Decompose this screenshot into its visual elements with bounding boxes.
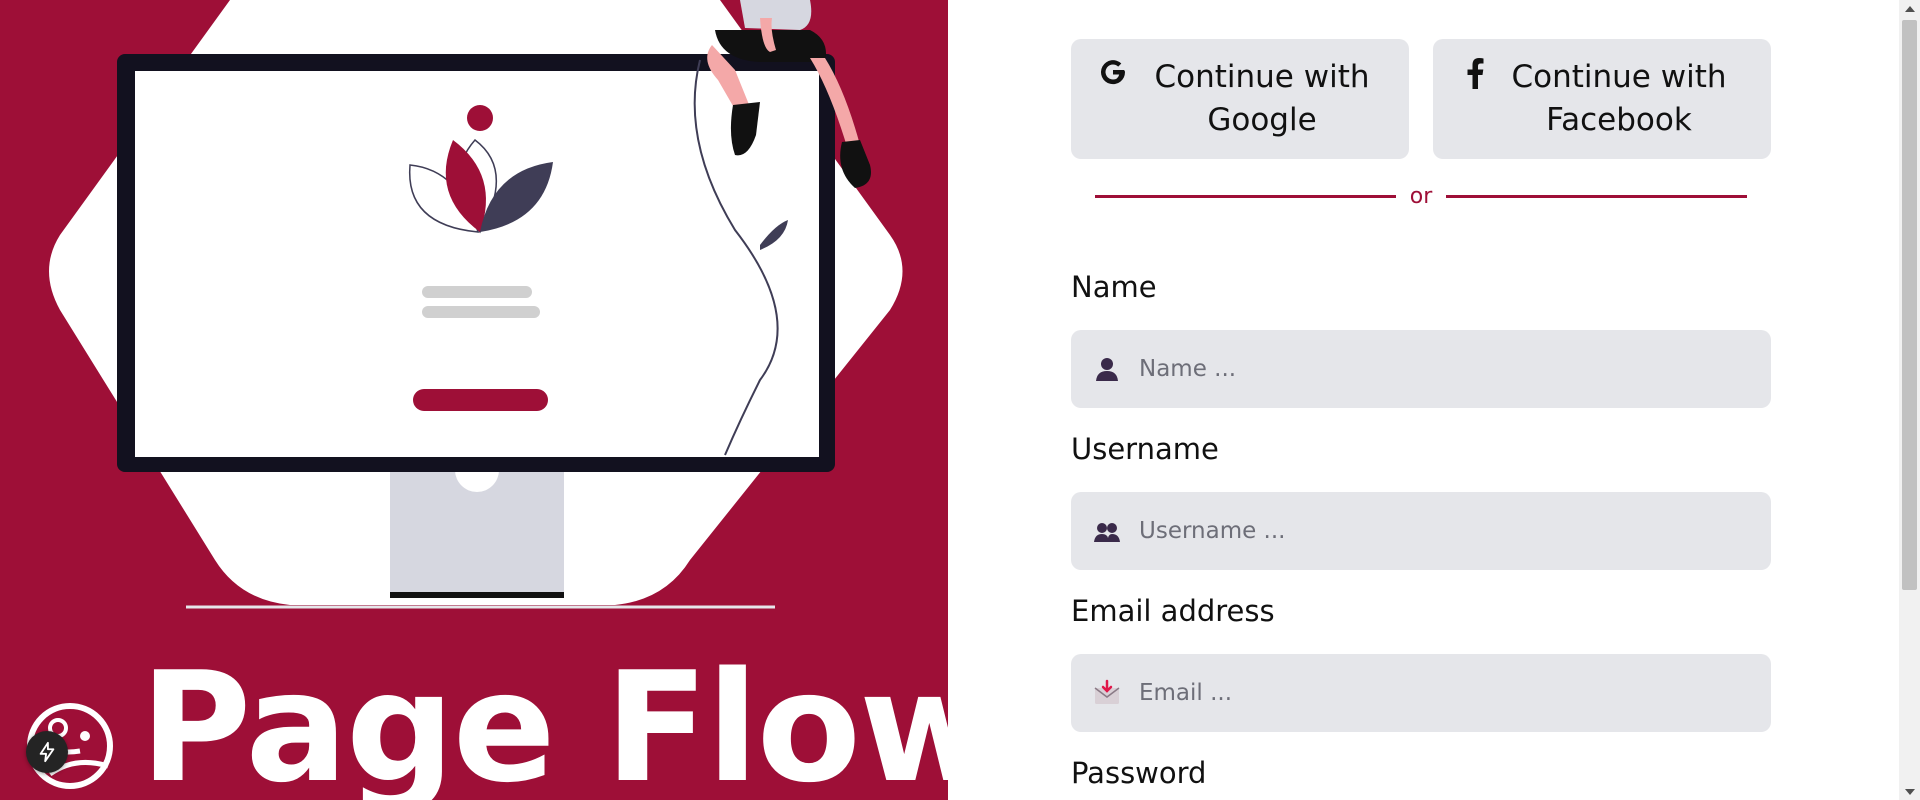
username-input[interactable] [1139,518,1759,544]
username-label: Username [1071,432,1219,466]
password-label: Password [1071,756,1207,790]
users-icon [1094,523,1120,542]
name-label: Name [1071,270,1157,304]
facebook-login-button[interactable]: Continue with Facebook [1433,39,1771,159]
username-field[interactable] [1071,492,1771,570]
screen-button [413,389,548,411]
scroll-thumb[interactable] [1902,20,1917,590]
or-divider: or [1095,183,1748,209]
signup-panel: Continue with Google Continue with Faceb… [948,0,1899,800]
google-g-icon [1101,60,1126,85]
email-input[interactable] [1139,680,1759,706]
vertical-scrollbar[interactable] [1899,0,1920,800]
email-field[interactable] [1071,654,1771,732]
divider-text: or [1409,183,1433,209]
envelope-icon [1094,679,1120,704]
hero-panel: Page Flow [0,0,948,800]
person-torso [740,0,812,30]
facebook-f-icon [1467,58,1484,89]
divider-line [1095,194,1396,198]
divider-line [1446,194,1748,198]
email-label: Email address [1071,594,1275,628]
google-login-button[interactable]: Continue with Google [1071,39,1409,159]
facebook-login-label: Continue with Facebook [1511,59,1727,138]
user-icon [1096,358,1118,381]
caret-down-icon [1904,788,1915,795]
lightning-button[interactable] [26,731,68,773]
scroll-down-arrow[interactable] [1899,783,1920,800]
brand-title: Page Flow [140,639,948,800]
social-login-row: Continue with Google Continue with Faceb… [1071,39,1771,159]
lotus-dot [467,105,493,131]
scroll-up-arrow[interactable] [1899,0,1920,17]
google-login-label: Continue with Google [1154,59,1370,138]
name-input[interactable] [1139,356,1759,382]
lightning-icon [39,741,55,763]
caret-up-icon [1904,5,1915,12]
name-field[interactable] [1071,330,1771,408]
